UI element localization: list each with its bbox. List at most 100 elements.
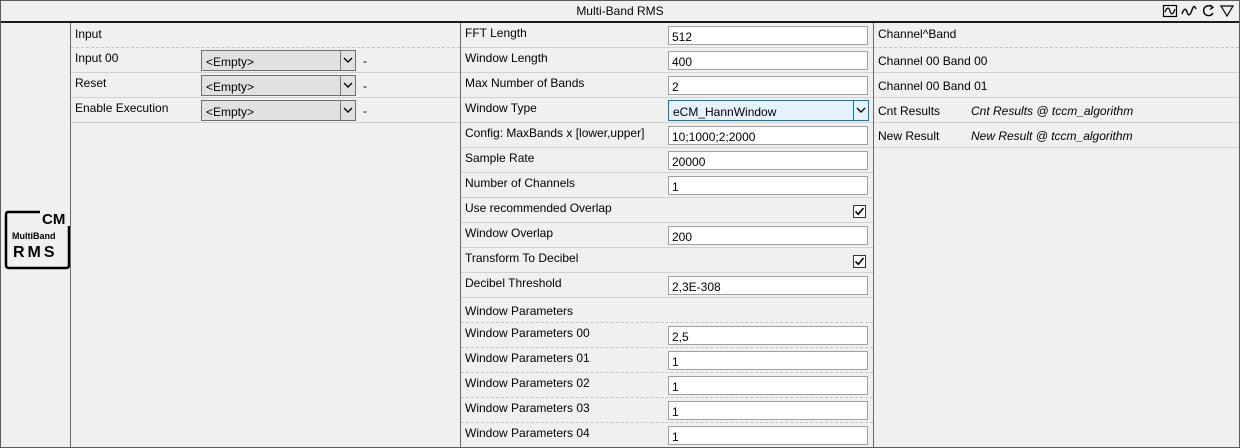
parameters-panel: FFT Length 512 Window Length 400 Max Num… xyxy=(461,23,874,447)
check-icon xyxy=(854,257,865,266)
param-row: Window Parameters 02 1 xyxy=(461,373,873,398)
input-row: Reset <Empty> - xyxy=(71,73,460,98)
window-title: Multi-Band RMS xyxy=(576,4,664,18)
input-label: Reset xyxy=(75,76,107,90)
fft-length-input[interactable]: 512 xyxy=(668,26,868,45)
param-row: Config: MaxBands x [lower,upper] 10;1000… xyxy=(461,123,873,148)
outputs-header: Channel^Band xyxy=(878,27,957,41)
chevron-down-icon[interactable] xyxy=(340,76,355,95)
decibel-threshold-input[interactable]: 2,3E-308 xyxy=(668,276,868,295)
icon-bottom-text: RMS xyxy=(13,244,58,261)
enable-execution-select[interactable]: <Empty> xyxy=(201,100,356,121)
param-row: Window Parameters 00 2,5 xyxy=(461,323,873,348)
title-toolbar xyxy=(1162,3,1235,19)
param-row: Number of Channels 1 xyxy=(461,173,873,198)
param-label: Sample Rate xyxy=(465,151,535,165)
signal-icon[interactable] xyxy=(1162,3,1178,19)
param-label: Window Length xyxy=(465,51,548,65)
param-row: Max Number of Bands 2 xyxy=(461,73,873,98)
outputs-panel: Channel^Band Channel 00 Band 00 Channel … xyxy=(874,23,1239,447)
input-label: Enable Execution xyxy=(75,101,169,115)
title-bar: Multi-Band RMS xyxy=(1,1,1239,23)
output-row: Cnt Results Cnt Results @ tccm_algorithm xyxy=(874,98,1239,123)
check-icon xyxy=(854,207,865,216)
select-value: <Empty> xyxy=(206,55,255,69)
outputs-header-row: Channel^Band xyxy=(874,23,1239,48)
input-connection: - xyxy=(363,54,367,68)
module-window: Multi-Band RMS CM MultiBand RMS Input In… xyxy=(0,0,1240,448)
input-row: Enable Execution <Empty> - xyxy=(71,98,460,123)
param-label: Number of Channels xyxy=(465,176,576,190)
output-value: New Result @ tccm_algorithm xyxy=(971,129,1133,143)
chevron-down-icon[interactable] xyxy=(340,101,355,120)
param-row: FFT Length 512 xyxy=(461,23,873,48)
window-parameters-header: Window Parameters xyxy=(465,304,574,318)
param-label: Window Parameters 00 xyxy=(465,326,590,340)
window-parameter-00-input[interactable]: 2,5 xyxy=(668,326,868,345)
window-parameter-02-input[interactable]: 1 xyxy=(668,376,868,395)
output-label: New Result xyxy=(878,129,940,143)
param-row: Use recommended Overlap xyxy=(461,198,873,223)
param-row: Sample Rate 20000 xyxy=(461,148,873,173)
wave-icon[interactable] xyxy=(1181,3,1197,19)
param-label: Transform To Decibel xyxy=(465,251,579,265)
select-value: <Empty> xyxy=(206,80,255,94)
param-label: Use recommended Overlap xyxy=(465,201,612,215)
inputs-header-row: Input xyxy=(71,23,460,48)
window-parameter-04-input[interactable]: 1 xyxy=(668,426,868,445)
input-connection: - xyxy=(363,79,367,93)
output-label: Channel 00 Band 00 xyxy=(878,54,988,68)
input-connection: - xyxy=(363,104,367,118)
param-label: Max Number of Bands xyxy=(465,76,585,90)
param-row: Transform To Decibel xyxy=(461,248,873,273)
sample-rate-input[interactable]: 20000 xyxy=(668,151,868,170)
param-label: Window Overlap xyxy=(465,226,554,240)
param-row: Window Parameters 03 1 xyxy=(461,398,873,423)
output-label: Cnt Results xyxy=(878,104,941,118)
param-label: Window Parameters 04 xyxy=(465,426,590,440)
output-row: Channel 00 Band 00 xyxy=(874,48,1239,73)
refresh-icon[interactable] xyxy=(1200,3,1216,19)
to-decibel-checkbox[interactable] xyxy=(853,255,866,268)
select-value: <Empty> xyxy=(206,105,255,119)
param-row: Window Type eCM_HannWindow xyxy=(461,98,873,123)
output-row: New Result New Result @ tccm_algorithm xyxy=(874,123,1239,148)
num-channels-input[interactable]: 1 xyxy=(668,176,868,195)
param-row: Decibel Threshold 2,3E-308 xyxy=(461,273,873,298)
param-label: Window Parameters 02 xyxy=(465,376,590,390)
max-bands-input[interactable]: 2 xyxy=(668,76,868,95)
param-label: Decibel Threshold xyxy=(465,276,562,290)
window-length-input[interactable]: 400 xyxy=(668,51,868,70)
param-row: Window Parameters 04 1 xyxy=(461,423,873,447)
module-icon-column: CM MultiBand RMS xyxy=(1,23,71,447)
config-bands-input[interactable]: 10;1000;2;2000 xyxy=(668,126,868,145)
param-row: Window Parameters 01 1 xyxy=(461,348,873,373)
output-row: Channel 00 Band 01 xyxy=(874,73,1239,98)
collapse-icon[interactable] xyxy=(1219,3,1235,19)
output-label: Channel 00 Band 01 xyxy=(878,79,988,93)
inputs-header: Input xyxy=(75,27,102,41)
param-label: FFT Length xyxy=(465,26,527,40)
icon-top-text: MultiBand xyxy=(12,231,56,241)
input-00-select[interactable]: <Empty> xyxy=(201,50,356,71)
param-row: Window Overlap 200 xyxy=(461,223,873,248)
inputs-panel: Input Input 00 <Empty> - Reset <Empty> -… xyxy=(71,23,461,447)
output-value: Cnt Results @ tccm_algorithm xyxy=(971,104,1134,118)
chevron-down-icon[interactable] xyxy=(340,51,355,70)
use-overlap-checkbox[interactable] xyxy=(853,205,866,218)
window-parameters-header-row: Window Parameters xyxy=(461,298,873,323)
window-parameter-03-input[interactable]: 1 xyxy=(668,401,868,420)
chevron-down-icon[interactable] xyxy=(853,101,868,120)
window-overlap-input[interactable]: 200 xyxy=(668,226,868,245)
input-label: Input 00 xyxy=(75,51,119,65)
select-value: eCM_HannWindow xyxy=(673,105,777,119)
window-type-select[interactable]: eCM_HannWindow xyxy=(668,100,869,121)
window-parameter-01-input[interactable]: 1 xyxy=(668,351,868,370)
icon-cm-text: CM xyxy=(42,211,65,228)
multiband-rms-icon: CM MultiBand RMS xyxy=(4,210,70,270)
reset-select[interactable]: <Empty> xyxy=(201,75,356,96)
param-label: Config: MaxBands x [lower,upper] xyxy=(465,126,645,140)
param-row: Window Length 400 xyxy=(461,48,873,73)
input-row: Input 00 <Empty> - xyxy=(71,48,460,73)
param-label: Window Parameters 03 xyxy=(465,401,590,415)
